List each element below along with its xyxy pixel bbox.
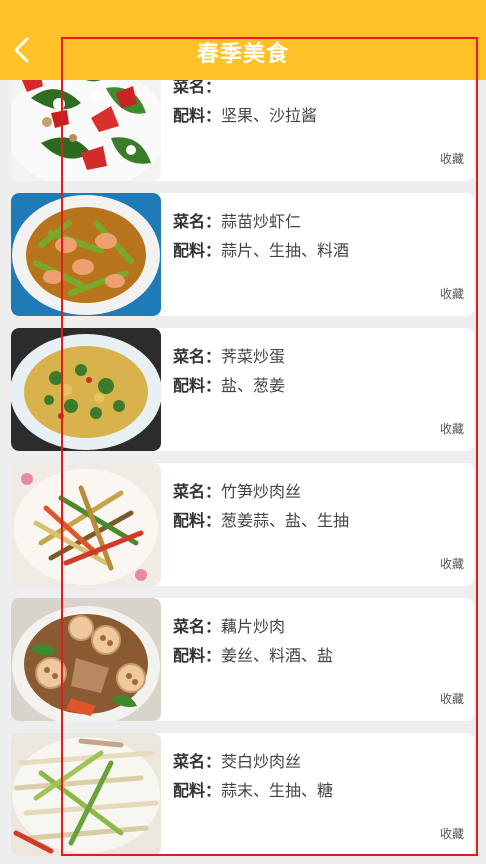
- dish-photo: [11, 463, 161, 586]
- dish-card[interactable]: 菜名：竹笋炒肉丝 配料：葱姜蒜、盐、生抽 收藏: [11, 463, 474, 586]
- favorite-button[interactable]: 收藏: [440, 150, 464, 167]
- dish-ingredients: 配料：姜丝、料酒、盐: [173, 646, 334, 665]
- dish-ingredients: 配料：盐、葱姜: [173, 376, 286, 395]
- dish-name: 菜名：藕片炒肉: [173, 617, 286, 636]
- dish-ingredients: 配料：坚果、沙拉酱: [173, 106, 318, 125]
- dish-name: 菜名：竹笋炒肉丝: [173, 482, 302, 501]
- dish-name: 菜名：蒜苗炒虾仁: [173, 212, 302, 231]
- dish-card[interactable]: 菜名：荠菜炒蛋 配料：盐、葱姜 收藏: [11, 328, 474, 451]
- dish-photo: [11, 733, 161, 856]
- dish-name: 菜名：茭白炒肉丝: [173, 752, 302, 771]
- dish-card[interactable]: 菜名：蒜苗炒虾仁 配料：蒜片、生抽、料酒 收藏: [11, 193, 474, 316]
- favorite-button[interactable]: 收藏: [440, 420, 464, 437]
- dish-photo: [11, 598, 161, 721]
- dish-ingredients: 配料：蒜片、生抽、料酒: [173, 241, 350, 260]
- favorite-button[interactable]: 收藏: [440, 555, 464, 572]
- dish-card[interactable]: 菜名：茭白炒肉丝 配料：蒜末、生抽、糖 收藏: [11, 733, 474, 856]
- dish-ingredients: 配料：葱姜蒜、盐、生抽: [173, 511, 350, 530]
- dish-name: 菜名：荠菜炒蛋: [173, 347, 286, 366]
- favorite-button[interactable]: 收藏: [440, 690, 464, 707]
- dish-photo: [11, 328, 161, 451]
- favorite-button[interactable]: 收藏: [440, 285, 464, 302]
- dish-ingredients: 配料：蒜末、生抽、糖: [173, 781, 334, 800]
- app-header: 春季美食: [0, 0, 486, 80]
- page-title: 春季美食: [196, 42, 289, 67]
- dish-photo: [11, 193, 161, 316]
- dish-card[interactable]: 菜名：藕片炒肉 配料：姜丝、料酒、盐 收藏: [11, 598, 474, 721]
- favorite-button[interactable]: 收藏: [440, 825, 464, 842]
